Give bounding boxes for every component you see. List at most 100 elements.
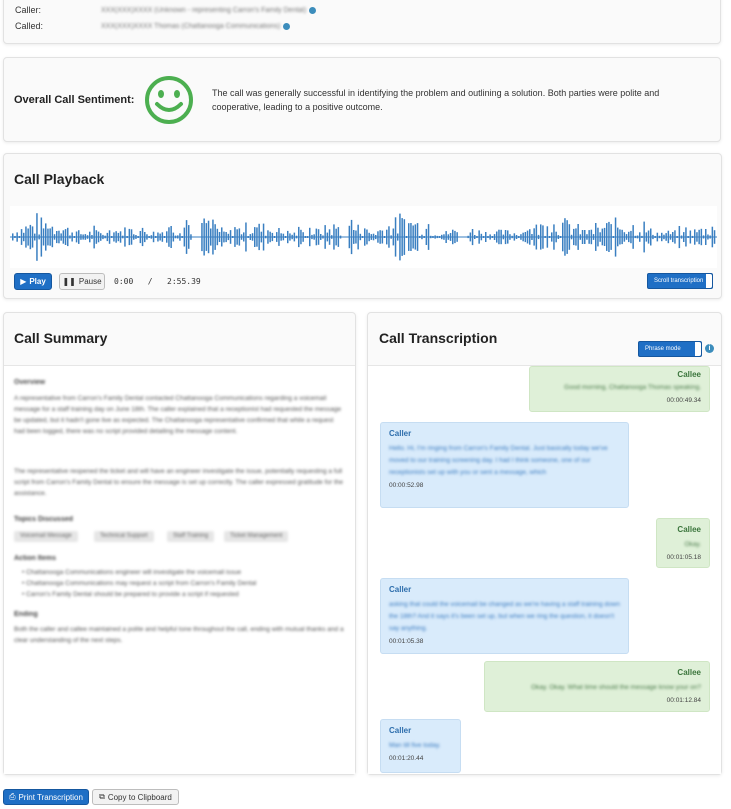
waveform-bar: [339, 235, 342, 239]
waveform-bar: [260, 231, 263, 243]
waveform-bar: [621, 229, 623, 245]
action-item: • Chattanooga Communications engineer wi…: [22, 569, 242, 576]
waveform-bar: [581, 230, 584, 244]
waveform-bar: [669, 234, 672, 240]
transcript-message: Caller Hello. Hi, I'm ringing from Carro…: [380, 422, 629, 508]
waveform-bar: [45, 223, 47, 251]
info-icon[interactable]: i: [705, 344, 714, 353]
waveform-bar: [146, 234, 148, 240]
waveform-bar: [608, 221, 610, 252]
waveform-bar: [166, 231, 168, 243]
waveform-bar: [469, 232, 472, 242]
waveform-bar: [148, 236, 150, 238]
waveform-bar: [711, 226, 714, 248]
waveform-bar: [696, 232, 698, 242]
waveform-bar: [163, 236, 166, 238]
summary-body: Overview A representative from Carron's …: [4, 365, 355, 774]
waveform-bar: [144, 232, 146, 243]
waveform-bar: [71, 232, 73, 242]
phrase-mode-toggle[interactable]: Phrase mode: [638, 341, 702, 357]
waveform-bar: [700, 228, 703, 246]
waveform-bar: [377, 231, 379, 243]
speaker-label: Callee: [677, 668, 701, 677]
waveform-bar: [157, 232, 159, 242]
waveform-bar: [639, 232, 641, 242]
waveform[interactable]: [10, 206, 717, 268]
waveform-bar: [524, 232, 527, 243]
waveform-bar: [678, 226, 681, 249]
waveform-bar: [31, 226, 34, 248]
waveform-bar: [654, 236, 656, 238]
copy-to-clipboard-button[interactable]: ⧉ Copy to Clipboard: [92, 789, 179, 805]
topic-chip: Voicemail Message: [14, 531, 78, 542]
phrase-toggle-label: Phrase mode: [645, 346, 681, 352]
waveform-bar: [694, 229, 696, 245]
waveform-bar: [432, 236, 434, 238]
waveform-bar: [188, 225, 190, 249]
waveform-bar: [397, 233, 399, 241]
waveform-bar: [322, 235, 324, 239]
caller-label: Caller:: [15, 5, 42, 15]
speaker-label: Caller: [389, 726, 412, 735]
waveform-bar: [302, 232, 304, 242]
waveform-bars[interactable]: [10, 206, 717, 268]
ending-heading: Ending: [14, 611, 38, 618]
waveform-bar: [203, 218, 205, 256]
waveform-bar: [500, 229, 502, 245]
waveform-bar: [243, 232, 245, 242]
waveform-bar: [245, 222, 247, 252]
waveform-bar: [474, 235, 476, 239]
waveform-bar: [174, 235, 177, 239]
topics-heading: Topics Discussed: [14, 516, 74, 523]
play-button[interactable]: ▶ Play: [14, 273, 52, 290]
waveform-bar: [599, 232, 601, 242]
pause-button[interactable]: ❚❚ Pause: [59, 273, 105, 290]
waveform-bar: [280, 233, 282, 241]
waveform-bar: [258, 223, 260, 251]
waveform-bar: [504, 230, 507, 245]
waveform-bar: [177, 235, 179, 239]
waveform-bar: [185, 220, 188, 254]
action-item: • Chattanooga Communications may request…: [22, 580, 257, 587]
waveform-bar: [20, 229, 23, 245]
waveform-bar: [518, 236, 520, 238]
print-transcription-button[interactable]: ⎙ Print Transcription: [3, 789, 89, 805]
waveform-bar: [108, 230, 111, 244]
waveform-bar: [586, 234, 588, 240]
waveform-bar: [93, 225, 95, 249]
waveform-bar: [232, 236, 234, 238]
waveform-bar: [133, 234, 135, 240]
waveform-bar: [612, 236, 615, 238]
waveform-bar: [181, 236, 183, 238]
waveform-bar: [590, 229, 593, 245]
waveform-bar: [707, 234, 709, 240]
waveform-bar: [634, 235, 637, 239]
transcription-body[interactable]: Callee Good morning, Chattanooga Thomas …: [368, 365, 721, 774]
waveform-bar: [337, 227, 340, 247]
waveform-bar: [47, 228, 49, 246]
call-info-panel: Caller: XXX(XXX)XXXX (Unknown - represen…: [3, 0, 721, 44]
waveform-bar: [548, 236, 551, 238]
waveform-bar: [410, 223, 412, 251]
waveform-bar: [335, 228, 337, 246]
waveform-bar: [269, 231, 271, 243]
waveform-bar: [421, 234, 423, 240]
waveform-bar: [212, 219, 214, 255]
waveform-bar: [496, 231, 498, 243]
waveform-bar: [139, 231, 142, 244]
called-info-icon[interactable]: [283, 22, 291, 30]
waveform-bar: [592, 234, 595, 240]
waveform-bar: [441, 234, 443, 240]
scroll-transcription-toggle[interactable]: Scroll transcription: [647, 273, 713, 289]
waveform-bar: [676, 236, 678, 238]
caller-info-icon[interactable]: [309, 6, 317, 14]
waveform-bar: [423, 236, 425, 238]
waveform-bar: [14, 236, 16, 238]
waveform-bar: [372, 233, 375, 241]
message-text: asking that could the voicemail be chang…: [389, 601, 620, 632]
waveform-bar: [12, 233, 14, 241]
waveform-bar: [641, 235, 643, 238]
waveform-bar: [25, 226, 27, 248]
waveform-bar: [368, 232, 370, 242]
clipboard-icon: ⧉: [99, 792, 105, 801]
